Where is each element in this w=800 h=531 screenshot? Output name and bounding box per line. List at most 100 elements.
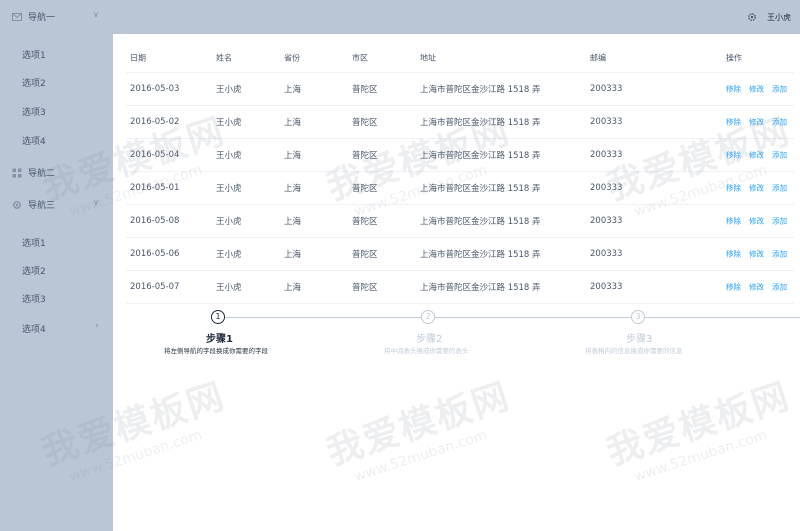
sidebar-item-label: 选项2 [22, 79, 46, 89]
cell-city: 普陀区 [352, 85, 378, 95]
sidebar-item[interactable]: 选项3 [0, 284, 113, 312]
remove-button[interactable]: 移除 [726, 118, 741, 127]
sidebar-item-label: 选项2 [22, 267, 46, 277]
edit-button[interactable]: 修改 [749, 283, 764, 292]
add-button[interactable]: 添加 [772, 151, 787, 160]
table-row: 2016-05-02 王小虎 上海 普陀区 上海市普陀区金沙江路 1518 弄 20033… [126, 106, 794, 139]
watermark: 我爱模板网 www.52muban.com [321, 375, 516, 486]
remove-button[interactable]: 移除 [726, 283, 741, 292]
cell-city: 普陀区 [352, 184, 378, 194]
cell-name: 王小虎 [216, 250, 242, 260]
edit-button[interactable]: 修改 [749, 151, 764, 160]
remove-button[interactable]: 移除 [726, 184, 741, 193]
row-actions: 移除 修改 添加 [726, 282, 795, 293]
cell-city: 普陀区 [352, 118, 378, 128]
data-table: 日期 姓名 省份 市区 地址 邮编 操作 2016-05-03 王小虎 上海 普陀区上… [126, 44, 794, 304]
cell-name: 王小虎 [216, 184, 242, 194]
remove-button[interactable]: 移除 [726, 250, 741, 259]
step-2-title: 步骤2 [416, 334, 443, 345]
cell-zip: 200333 [590, 216, 623, 226]
sidebar-item[interactable]: 选项2 [0, 256, 113, 284]
edit-button[interactable]: 修改 [749, 250, 764, 259]
edit-button[interactable]: 修改 [749, 217, 764, 226]
steps: 1 步骤1 将左侧导航的字段换成你需要的字段 2 步骤2 将中间表头换成你需要的… [113, 308, 800, 368]
sidebar-item[interactable]: 选项3 [0, 97, 113, 125]
grid-icon [12, 168, 22, 178]
add-button[interactable]: 添加 [772, 85, 787, 94]
step-3-marker: 3 [631, 310, 645, 324]
cell-zip: 200333 [590, 150, 623, 160]
cell-name: 王小虎 [216, 283, 242, 293]
settings-icon[interactable] [747, 12, 757, 22]
edit-button[interactable]: 修改 [749, 184, 764, 193]
cell-address: 上海市普陀区金沙江路 1518 弄 [420, 250, 541, 260]
remove-button[interactable]: 移除 [726, 217, 741, 226]
add-button[interactable]: 添加 [772, 184, 787, 193]
row-actions: 移除 修改 添加 [726, 150, 795, 161]
nav-group-label: 导航三 [28, 201, 56, 211]
sidebar-item-label: 选项3 [22, 108, 46, 118]
cell-date: 2016-05-01 [130, 183, 180, 193]
cell-province: 上海 [284, 283, 302, 293]
step-3-description: 将表格内的信息换成你需要的信息 [585, 347, 683, 355]
cell-zip: 200333 [590, 282, 623, 292]
sidebar-item-label: 选项1 [22, 51, 46, 61]
cell-address: 上海市普陀区金沙江路 1518 弄 [420, 151, 541, 161]
sidebar-item[interactable]: 选项2 [0, 68, 113, 96]
cell-name: 王小虎 [216, 85, 242, 95]
top-header: 王小虎 [113, 0, 800, 34]
table-row: 2016-05-04 王小虎 上海 普陀区 上海市普陀区金沙江路 1518 弄 20033… [126, 139, 794, 172]
cell-province: 上海 [284, 217, 302, 227]
sidebar-item[interactable]: 选项1 [0, 228, 113, 256]
add-button[interactable]: 添加 [772, 283, 787, 292]
cell-name: 王小虎 [216, 118, 242, 128]
row-actions: 移除 修改 添加 [726, 84, 795, 95]
sidebar-item[interactable]: 选项4 › [0, 314, 113, 342]
sidebar: 导航一 ∨ 选项1 选项2 选项3 选项4 导航二 导航三 ∨ 选项1 选项2 … [0, 0, 113, 531]
nav-group-2[interactable]: 导航二 [0, 158, 113, 188]
cell-date: 2016-05-03 [130, 84, 180, 94]
cell-city: 普陀区 [352, 151, 378, 161]
cell-address: 上海市普陀区金沙江路 1518 弄 [420, 118, 541, 128]
cell-province: 上海 [284, 184, 302, 194]
sidebar-item-label: 选项4 [22, 137, 46, 147]
cell-zip: 200333 [590, 249, 623, 259]
chevron-right-icon: › [95, 321, 99, 331]
remove-button[interactable]: 移除 [726, 85, 741, 94]
add-button[interactable]: 添加 [772, 250, 787, 259]
nav-group-3[interactable]: 导航三 ∨ [0, 190, 113, 220]
sidebar-item[interactable]: 选项1 [0, 40, 113, 68]
table-row: 2016-05-06 王小虎 上海 普陀区 上海市普陀区金沙江路 1518 弄 20033… [126, 238, 794, 271]
nav-group-1[interactable]: 导航一 ∨ [0, 2, 113, 32]
edit-button[interactable]: 修改 [749, 85, 764, 94]
cell-zip: 200333 [590, 117, 623, 127]
remove-button[interactable]: 移除 [726, 151, 741, 160]
cell-date: 2016-05-07 [130, 282, 180, 292]
add-button[interactable]: 添加 [772, 118, 787, 127]
cell-address: 上海市普陀区金沙江路 1518 弄 [420, 184, 541, 194]
cell-city: 普陀区 [352, 283, 378, 293]
cell-address: 上海市普陀区金沙江路 1518 弄 [420, 283, 541, 293]
row-actions: 移除 修改 添加 [726, 249, 795, 260]
column-header-address: 地址 [420, 53, 436, 63]
step-2-description: 将中间表头换成你需要的表头 [384, 347, 469, 355]
column-header-actions: 操作 [726, 53, 742, 63]
add-button[interactable]: 添加 [772, 217, 787, 226]
nav-group-label: 导航二 [28, 169, 56, 179]
cell-name: 王小虎 [216, 217, 242, 227]
row-actions: 移除 修改 添加 [726, 216, 795, 227]
cell-province: 上海 [284, 250, 302, 260]
cell-zip: 200333 [590, 183, 623, 193]
step-1-marker: 1 [211, 310, 225, 324]
sidebar-item[interactable]: 选项4 [0, 126, 113, 154]
table-row: 2016-05-07 王小虎 上海 普陀区 上海市普陀区金沙江路 1518 弄 20033… [126, 271, 794, 304]
step-connector [225, 317, 422, 318]
cell-address: 上海市普陀区金沙江路 1518 弄 [420, 85, 541, 95]
table-header-row: 日期 姓名 省份 市区 地址 邮编 操作 [126, 44, 794, 73]
user-name[interactable]: 王小虎 [767, 12, 791, 23]
cell-province: 上海 [284, 118, 302, 128]
sidebar-item-label: 选项4 [22, 325, 46, 335]
edit-button[interactable]: 修改 [749, 118, 764, 127]
row-actions: 移除 修改 添加 [726, 183, 795, 194]
column-header-date: 日期 [130, 53, 146, 63]
